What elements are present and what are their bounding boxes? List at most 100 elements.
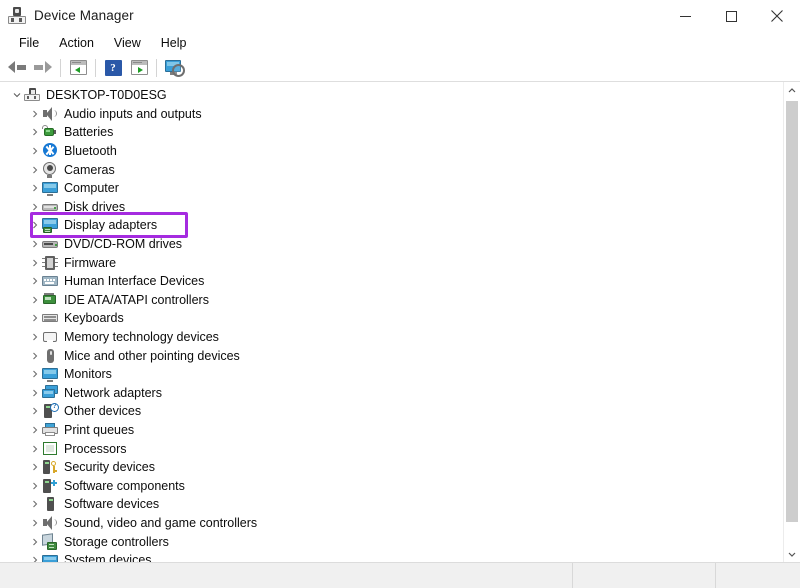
scroll-up-button[interactable] xyxy=(784,82,800,99)
tree-item-label: Other devices xyxy=(64,404,142,419)
tree-item-mice-and-other-pointing-devices[interactable]: Mice and other pointing devices xyxy=(0,346,783,365)
close-button[interactable] xyxy=(754,0,800,32)
chevron-right-icon[interactable] xyxy=(28,333,42,341)
tree-item-label: Firmware xyxy=(64,255,117,270)
bluetooth-icon xyxy=(42,143,58,159)
tree-item-label: Bluetooth xyxy=(64,144,117,159)
chevron-right-icon[interactable] xyxy=(28,519,42,527)
storage-controller-icon xyxy=(42,532,58,550)
tree-item-disk-drives[interactable]: Disk drives xyxy=(0,198,783,217)
minimize-icon xyxy=(679,15,691,17)
chevron-right-icon[interactable] xyxy=(28,221,42,229)
tree-item-storage-controllers[interactable]: Storage controllers xyxy=(0,532,783,551)
tree-item-label: Storage controllers xyxy=(64,534,169,549)
tree-root-label: DESKTOP-T0D0ESG xyxy=(46,88,167,103)
tree-root-row[interactable]: DESKTOP-T0D0ESG xyxy=(0,86,783,105)
network-adapter-icon xyxy=(42,384,58,401)
tree-item-batteries[interactable]: Batteries xyxy=(0,123,783,142)
chevron-right-icon[interactable] xyxy=(28,203,42,211)
tree-item-human-interface-devices[interactable]: Human Interface Devices xyxy=(0,272,783,291)
menu-help[interactable]: Help xyxy=(151,32,197,54)
chevron-right-icon[interactable] xyxy=(28,389,42,397)
scan-for-hardware-changes-button[interactable] xyxy=(161,56,187,80)
chevron-right-icon[interactable] xyxy=(28,184,42,192)
chevron-right-icon[interactable] xyxy=(28,556,42,562)
tree-item-firmware[interactable]: Firmware xyxy=(0,253,783,272)
speaker-icon xyxy=(42,106,58,122)
toolbar-separator xyxy=(156,58,157,77)
scan-hardware-icon xyxy=(164,59,185,77)
tree-item-keyboards[interactable]: Keyboards xyxy=(0,309,783,328)
menu-action[interactable]: Action xyxy=(49,32,104,54)
tree-item-label: Display adapters xyxy=(64,218,158,233)
tree-item-monitors[interactable]: Monitors xyxy=(0,365,783,384)
tree-item-label: Human Interface Devices xyxy=(64,274,205,289)
tree-item-network-adapters[interactable]: Network adapters xyxy=(0,384,783,403)
chevron-up-icon xyxy=(788,87,796,92)
chevron-down-icon xyxy=(788,552,796,557)
device-tree[interactable]: DESKTOP-T0D0ESG Audio inputs and outputs… xyxy=(0,82,783,562)
tree-item-cameras[interactable]: Cameras xyxy=(0,160,783,179)
content-area: DESKTOP-T0D0ESG Audio inputs and outputs… xyxy=(0,82,800,562)
chevron-right-icon[interactable] xyxy=(28,314,42,322)
properties-button[interactable] xyxy=(126,56,152,80)
maximize-icon xyxy=(725,10,737,22)
chevron-right-icon[interactable] xyxy=(28,500,42,508)
tree-item-ide-ata-atapi-controllers[interactable]: IDE ATA/ATAPI controllers xyxy=(0,291,783,310)
help-button[interactable]: ? xyxy=(100,56,126,80)
battery-icon xyxy=(42,124,58,140)
chevron-right-icon[interactable] xyxy=(28,259,42,267)
tree-item-audio-inputs-and-outputs[interactable]: Audio inputs and outputs xyxy=(0,105,783,124)
tree-item-label: Computer xyxy=(64,181,119,196)
chevron-right-icon[interactable] xyxy=(28,445,42,453)
chevron-right-icon[interactable] xyxy=(28,538,42,546)
maximize-button[interactable] xyxy=(708,0,754,32)
toolbar: ? xyxy=(0,54,800,82)
back-button[interactable] xyxy=(4,56,30,80)
tree-item-software-devices[interactable]: Software devices xyxy=(0,495,783,514)
chevron-right-icon[interactable] xyxy=(28,128,42,136)
status-cell-2 xyxy=(573,563,716,588)
tree-item-label: Mice and other pointing devices xyxy=(64,348,240,363)
chevron-right-icon[interactable] xyxy=(28,370,42,378)
tree-item-memory-technology-devices[interactable]: Memory technology devices xyxy=(0,328,783,347)
tree-item-security-devices[interactable]: Security devices xyxy=(0,458,783,477)
forward-button[interactable] xyxy=(30,56,56,80)
chevron-right-icon[interactable] xyxy=(28,407,42,415)
chevron-right-icon[interactable] xyxy=(28,482,42,490)
chevron-down-icon[interactable] xyxy=(10,91,24,99)
minimize-button[interactable] xyxy=(662,0,708,32)
tree-item-computer[interactable]: Computer xyxy=(0,179,783,198)
tree-item-label: IDE ATA/ATAPI controllers xyxy=(64,292,209,307)
tree-item-system-devices[interactable]: System devices xyxy=(0,551,783,562)
chevron-right-icon[interactable] xyxy=(28,296,42,304)
tree-item-sound-video-and-game-controllers[interactable]: Sound, video and game controllers xyxy=(0,514,783,533)
tree-item-bluetooth[interactable]: Bluetooth xyxy=(0,142,783,161)
chevron-right-icon[interactable] xyxy=(28,240,42,248)
chevron-right-icon[interactable] xyxy=(28,110,42,118)
show-hide-console-tree-button[interactable] xyxy=(65,56,91,80)
chevron-right-icon[interactable] xyxy=(28,277,42,285)
mouse-icon xyxy=(42,348,58,364)
chevron-right-icon[interactable] xyxy=(28,352,42,360)
chevron-right-icon[interactable] xyxy=(28,463,42,471)
ide-controller-icon xyxy=(42,292,58,308)
chevron-right-icon[interactable] xyxy=(28,166,42,174)
scroll-down-button[interactable] xyxy=(784,545,800,562)
tree-item-processors[interactable]: Processors xyxy=(0,439,783,458)
tree-item-display-adapters[interactable]: Display adapters xyxy=(0,216,783,235)
computer-icon xyxy=(24,87,40,103)
tree-item-dvd-cd-rom-drives[interactable]: DVD/CD-ROM drives xyxy=(0,235,783,254)
tree-item-label: Monitors xyxy=(64,367,112,382)
menu-view[interactable]: View xyxy=(104,32,151,54)
firmware-chip-icon xyxy=(42,255,58,271)
chevron-right-icon[interactable] xyxy=(28,147,42,155)
tree-item-other-devices[interactable]: ? Other devices xyxy=(0,402,783,421)
chevron-right-icon[interactable] xyxy=(28,426,42,434)
scrollbar-thumb[interactable] xyxy=(786,101,798,522)
tree-item-print-queues[interactable]: Print queues xyxy=(0,421,783,440)
vertical-scrollbar[interactable] xyxy=(783,82,800,562)
menu-file[interactable]: File xyxy=(9,32,49,54)
toolbar-separator xyxy=(95,58,96,77)
tree-item-software-components[interactable]: Software components xyxy=(0,476,783,495)
